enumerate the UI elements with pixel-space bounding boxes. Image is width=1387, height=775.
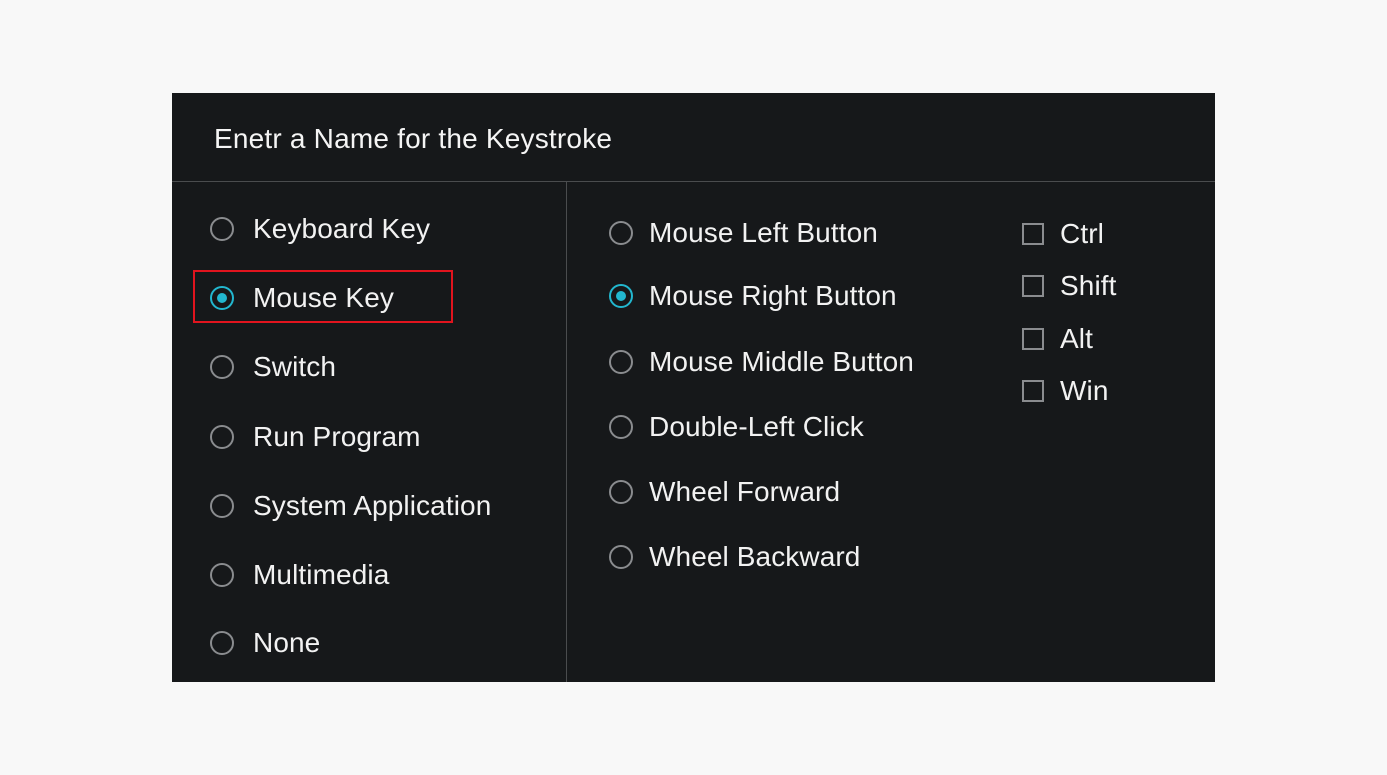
radio-button-icon[interactable]	[210, 563, 234, 587]
radio-option-label: Keyboard Key	[253, 213, 431, 244]
radio-option-mouse-right-button[interactable]: Mouse Right Button	[609, 278, 897, 314]
checkbox-icon[interactable]	[1022, 380, 1044, 402]
radio-button-icon[interactable]	[609, 545, 633, 569]
radio-option-wheel-forward[interactable]: Wheel Forward	[609, 474, 840, 510]
radio-button-icon[interactable]	[210, 631, 234, 655]
radio-option-label: Mouse Left Button	[649, 217, 878, 248]
radio-option-mouse-left-button[interactable]: Mouse Left Button	[609, 215, 878, 251]
checkbox-option-label: Ctrl	[1060, 218, 1104, 249]
keystroke-dialog: Enetr a Name for the Keystroke Keyboard …	[172, 93, 1215, 682]
radio-button-icon[interactable]	[609, 221, 633, 245]
checkbox-icon[interactable]	[1022, 328, 1044, 350]
radio-option-system-application[interactable]: System Application	[210, 488, 491, 524]
radio-option-multimedia[interactable]: Multimedia	[210, 557, 389, 593]
radio-option-keyboard-key[interactable]: Keyboard Key	[210, 211, 430, 247]
checkbox-icon[interactable]	[1022, 223, 1044, 245]
radio-option-label: Wheel Backward	[649, 541, 861, 572]
radio-option-label: System Application	[253, 490, 492, 521]
checkbox-option-label: Win	[1060, 375, 1109, 406]
radio-option-label: Run Program	[253, 421, 421, 452]
checkbox-option-label: Alt	[1060, 323, 1093, 354]
radio-button-icon[interactable]	[210, 494, 234, 518]
radio-option-run-program[interactable]: Run Program	[210, 419, 421, 455]
radio-option-switch[interactable]: Switch	[210, 349, 336, 385]
radio-option-none[interactable]: None	[210, 625, 320, 661]
dialog-title: Enetr a Name for the Keystroke	[214, 123, 613, 154]
radio-button-icon[interactable]	[210, 217, 234, 241]
radio-option-mouse-key[interactable]: Mouse Key	[210, 280, 394, 316]
checkbox-icon[interactable]	[1022, 275, 1044, 297]
checkbox-option-ctrl[interactable]: Ctrl	[1022, 216, 1104, 252]
radio-button-icon[interactable]	[210, 425, 234, 449]
key-type-panel: Keyboard Key Mouse Key Switch Run Progra…	[172, 182, 567, 682]
radio-option-label: None	[253, 627, 321, 658]
radio-option-label: Switch	[253, 351, 337, 382]
radio-option-label: Double-Left Click	[649, 411, 864, 442]
checkbox-option-label: Shift	[1060, 270, 1117, 301]
radio-option-label: Mouse Right Button	[649, 280, 897, 311]
radio-option-label: Wheel Forward	[649, 476, 841, 507]
radio-button-icon[interactable]	[609, 480, 633, 504]
radio-option-label: Mouse Middle Button	[649, 346, 914, 377]
checkbox-option-alt[interactable]: Alt	[1022, 321, 1093, 357]
radio-option-double-left-click[interactable]: Double-Left Click	[609, 409, 864, 445]
dialog-header: Enetr a Name for the Keystroke	[172, 93, 1215, 182]
mouse-key-panel: Mouse Left Button Mouse Right Button Mou…	[567, 182, 1215, 682]
radio-option-label: Multimedia	[253, 559, 390, 590]
checkbox-option-shift[interactable]: Shift	[1022, 268, 1117, 304]
radio-option-mouse-middle-button[interactable]: Mouse Middle Button	[609, 344, 914, 380]
radio-button-icon[interactable]	[609, 350, 633, 374]
radio-button-icon[interactable]	[210, 355, 234, 379]
radio-option-wheel-backward[interactable]: Wheel Backward	[609, 539, 860, 575]
radio-button-checked-icon[interactable]	[609, 284, 633, 308]
checkbox-option-win[interactable]: Win	[1022, 373, 1109, 409]
radio-option-label: Mouse Key	[253, 282, 394, 313]
radio-button-icon[interactable]	[609, 415, 633, 439]
radio-button-checked-icon[interactable]	[210, 286, 234, 310]
